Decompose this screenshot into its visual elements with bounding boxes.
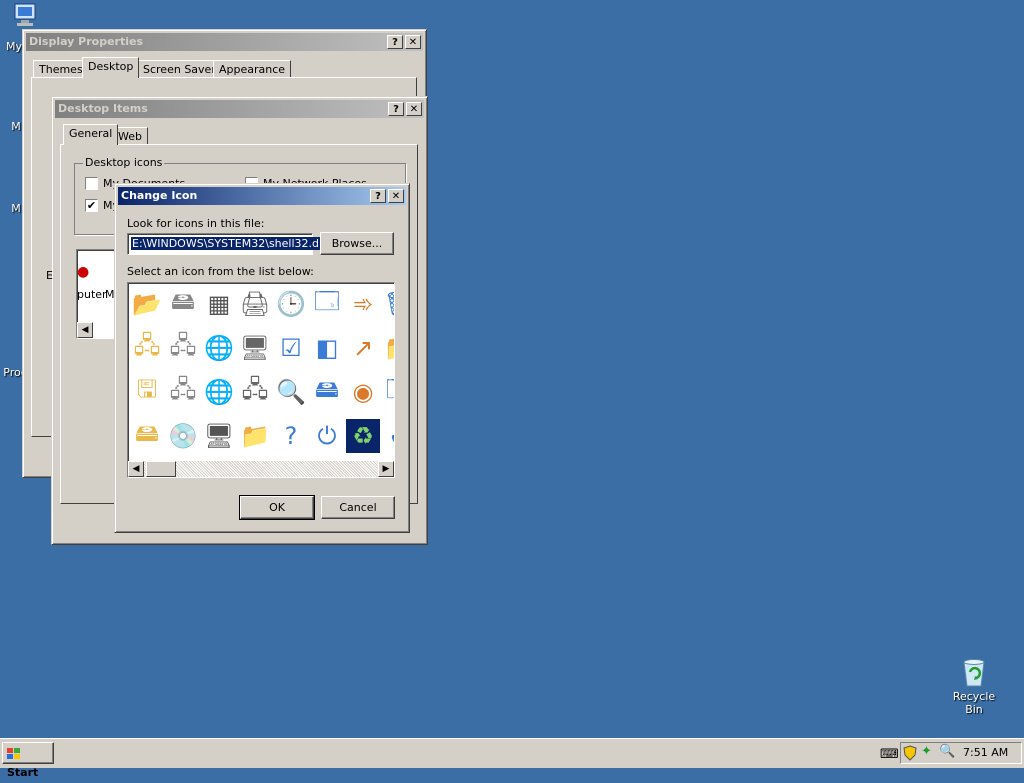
checkbox-my-computer[interactable]: ✔ [85,199,98,212]
desktop-items-titlebar[interactable]: Desktop Items ? ✕ [55,100,424,118]
help-button[interactable]: ? [370,189,386,203]
scroll-thumb[interactable] [146,461,176,477]
icon-choice[interactable]: ⏻ [310,419,344,453]
window-title: Desktop Items [58,102,148,115]
update-icon[interactable]: ✦ [921,744,932,759]
start-button[interactable]: Start [2,742,54,779]
icon-list-label: Select an icon from the list below: [127,265,314,278]
horizontal-scrollbar[interactable]: ◀ ▶ [128,461,394,477]
preview-icon: ● [77,264,90,280]
help-button[interactable]: ? [388,102,404,116]
my-computer-icon [9,2,39,28]
scroll-right-button[interactable]: ▶ [378,461,394,477]
icon-choice[interactable]: 🖥 [202,419,236,453]
close-button[interactable]: ✕ [405,35,421,49]
change-icon-dialog: Change Icon ? ✕ Look for icons in this f… [114,183,410,533]
icon-choice[interactable]: 🖫 [130,375,164,409]
change-icon-titlebar[interactable]: Change Icon ? ✕ [118,187,406,205]
checkbox-my-documents[interactable] [85,177,98,190]
file-label: Look for icons in this file: [127,217,265,230]
security-shield-icon[interactable] [903,745,917,764]
taskbar: Start ⌨ ✦ 🔍 7:51 AM [0,738,1024,779]
tab-themes[interactable]: Themes [33,60,89,78]
windows-logo-icon [7,747,21,759]
keyboard-icon[interactable]: ⌨ [880,747,899,762]
scroll-left-button[interactable]: ◀ [77,322,93,338]
icon-choice[interactable]: 🕒 [274,287,308,321]
desktop-icon-my-computer[interactable]: My [4,2,44,53]
icon-choice[interactable]: ? [274,419,308,453]
recycle-bin-label: Recycle Bin [952,690,996,716]
desktop-icon-label: My [6,40,23,53]
icon-list[interactable]: 📂🖴▦🖨🕒🗔➾🗑🖧🖧🌐🖥☑◧↗📁🖫🖧🌐🖧🔍🖴◉🗔🖴💿🖥📁?⏻♻✔◀▶ [127,282,395,478]
icon-choice[interactable]: 🗑 [382,287,394,321]
icon-choice[interactable]: 🖴 [166,287,200,321]
system-tray: ✦ 🔍 7:51 AM [900,742,1022,764]
icon-choice[interactable]: 🖧 [238,375,272,409]
browse-button[interactable]: Browse... [320,232,394,255]
icon-choice[interactable]: 🌐 [202,331,236,365]
icon-choice[interactable]: 🖥 [238,331,272,365]
search-icon[interactable]: 🔍 [939,744,955,759]
icon-choice[interactable]: 🖧 [130,331,164,365]
recycle-bin-icon [958,656,990,688]
label-e: E [46,269,53,282]
icon-choice[interactable]: 🗔 [382,375,394,409]
ok-button[interactable]: OK [239,495,315,520]
close-button[interactable]: ✕ [406,102,422,116]
help-button[interactable]: ? [387,35,403,49]
file-path-value: E:\WINDOWS\SYSTEM32\shell32.dll [131,237,327,250]
icon-choice[interactable]: 🖨 [238,287,272,321]
icon-choice[interactable]: ◉ [346,375,380,409]
icon-choice[interactable]: 🗔 [310,287,344,321]
preview-label: puter [77,288,107,301]
icon-choice[interactable]: 🌐 [202,375,236,409]
icon-choice[interactable]: ▦ [202,287,236,321]
clock[interactable]: 7:51 AM [963,746,1008,759]
tab-general[interactable]: General [63,124,119,145]
icon-choice[interactable]: ↗ [346,331,380,365]
desktop-icon-recycle-bin[interactable]: Recycle Bin [944,656,1004,716]
icon-choice[interactable]: ➾ [346,287,380,321]
icon-choice[interactable]: ◧ [310,331,344,365]
icon-choice[interactable]: 💿 [166,419,200,453]
group-label: Desktop icons [83,156,165,169]
window-title: Change Icon [121,189,198,202]
icon-choice[interactable]: ♻ [346,419,380,453]
icon-choice[interactable]: ☑ [274,331,308,365]
tab-desktop[interactable]: Desktop [82,57,140,78]
scroll-left-button[interactable]: ◀ [128,461,144,477]
icon-choice[interactable]: 📁 [382,331,394,365]
icon-choice[interactable]: 🖧 [166,375,200,409]
icon-choice[interactable]: 📁 [238,419,272,453]
icon-choice[interactable]: 🖧 [166,331,200,365]
tab-appearance[interactable]: Appearance [213,60,292,78]
tab-screen-saver[interactable]: Screen Saver [137,60,222,78]
display-properties-titlebar[interactable]: Display Properties ? ✕ [26,33,423,51]
icon-choice[interactable]: 🖴 [130,419,164,453]
icon-choice[interactable]: 🔍 [274,375,308,409]
icon-choice[interactable]: 📂 [130,287,164,321]
icon-choice[interactable]: ✔ [382,419,394,453]
window-title: Display Properties [29,35,144,48]
close-button[interactable]: ✕ [388,189,404,203]
icon-choice[interactable]: 🖴 [310,375,344,409]
file-path-input[interactable]: E:\WINDOWS\SYSTEM32\shell32.dll [127,233,327,255]
cancel-button[interactable]: Cancel [321,496,395,519]
